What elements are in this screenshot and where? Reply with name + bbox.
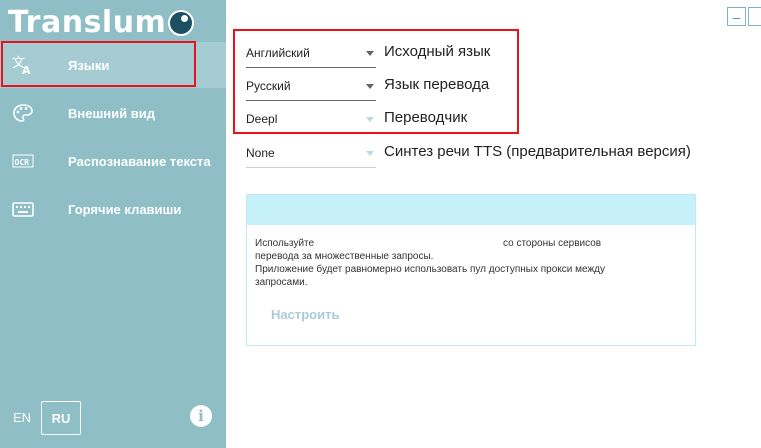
chevron-down-icon [366,151,374,156]
keyboard-icon [12,202,34,217]
configure-button[interactable]: Настроить [271,307,339,322]
svg-text:OCR: OCR [15,158,30,167]
proxy-line: перевода за множественные запросы. [255,251,434,262]
logo-o-icon [168,10,195,36]
tts-select[interactable]: None [246,138,376,168]
ocr-icon: OCR [12,154,34,168]
info-icon[interactable]: i [190,405,212,427]
tts-label: Синтез речи TTS (предварительная версия) [384,143,691,160]
sidebar-item-label: Горячие клавиши [68,201,182,217]
palette-icon [13,104,33,122]
sidebar-item-label: Распознавание текста [68,153,211,169]
select-value: None [246,146,275,160]
sidebar-item-ocr[interactable]: OCR Распознавание текста [0,138,226,184]
sidebar-item-label: Внешний вид [68,105,155,121]
lang-en-button[interactable]: EN [13,410,31,425]
sidebar-item-hotkeys[interactable]: Горячие клавиши [0,186,226,232]
lang-ru-button[interactable]: RU [41,401,81,435]
proxy-panel: Используйте со стороны сервисов перевода… [246,194,696,346]
app-title: Translum [8,4,167,40]
proxy-line: запросами. [255,277,308,288]
proxy-description: Используйте со стороны сервисов перевода… [255,237,675,289]
highlight-box-form [233,29,519,134]
proxy-line: Используйте со стороны сервисов [255,238,602,249]
sidebar: Translum 文 A Языки Внешний вид OCR Распо… [0,0,226,448]
minimize-button[interactable]: – [727,7,746,26]
app-logo: Translum [8,2,195,42]
sidebar-item-appearance[interactable]: Внешний вид [0,90,226,136]
close-button[interactable] [748,7,761,26]
proxy-line: Приложение будет равномерно использовать… [255,264,605,275]
highlight-box-nav [1,41,196,87]
proxy-panel-header [247,195,695,225]
